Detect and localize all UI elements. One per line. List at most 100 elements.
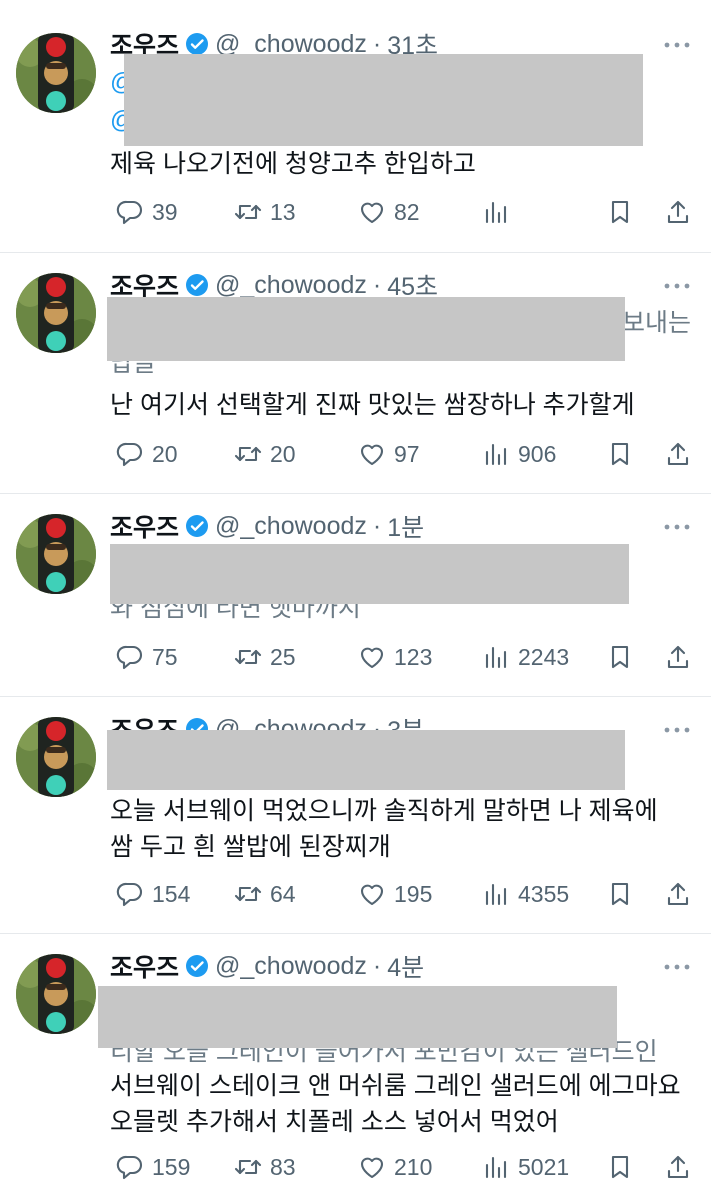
retweet-count: 13 <box>270 198 296 225</box>
retweet-count: 25 <box>270 643 296 670</box>
display-name[interactable]: 조우즈 <box>110 948 179 984</box>
like-button[interactable]: 82 <box>358 192 420 232</box>
handle[interactable]: @_chowoodz <box>215 271 367 300</box>
like-count: 123 <box>394 643 433 670</box>
heart-icon <box>360 1157 384 1179</box>
redaction-box <box>124 54 643 146</box>
tweet[interactable]: 조우즈 @_chowoodz · 31초 @ @ 제육 나오기전에 청양고추 한… <box>0 0 711 252</box>
share-button[interactable] <box>664 192 692 232</box>
avatar[interactable] <box>16 717 96 797</box>
bookmark-icon <box>611 200 629 224</box>
tweet-text-line: 쌈 두고 흰 쌀밥에 된장찌개 <box>110 833 391 861</box>
reply-count: 39 <box>152 198 178 225</box>
like-button[interactable]: 97 <box>358 434 420 474</box>
avatar[interactable] <box>16 514 96 594</box>
reply-button[interactable]: 39 <box>116 192 178 232</box>
reply-count: 20 <box>152 440 178 467</box>
retweet-icon <box>234 649 262 665</box>
separator-dot: · <box>372 951 382 980</box>
tweet-actions: 20 20 97 906 <box>110 434 700 474</box>
like-button[interactable]: 210 <box>358 1147 432 1187</box>
retweet-icon <box>234 446 262 462</box>
reply-button[interactable]: 20 <box>116 434 178 474</box>
share-button[interactable] <box>664 874 692 914</box>
retweet-icon <box>234 886 262 902</box>
reply-count: 154 <box>152 880 191 907</box>
handle[interactable]: @_chowoodz <box>215 512 367 541</box>
reply-icon <box>116 442 142 467</box>
reply-button[interactable]: 75 <box>116 637 178 677</box>
bookmark-icon <box>611 1155 629 1179</box>
bookmark-button[interactable] <box>606 192 634 232</box>
more-icon[interactable] <box>663 40 691 50</box>
display-name[interactable]: 조우즈 <box>110 508 179 544</box>
more-icon[interactable] <box>663 522 691 532</box>
tweet-text-line: 서브웨이 스테이크 앤 머쉬룸 그레인 샐러드에 에그마요 <box>110 1072 681 1100</box>
like-button[interactable]: 123 <box>358 637 432 677</box>
bookmark-button[interactable] <box>606 1147 634 1187</box>
reply-count: 75 <box>152 643 178 670</box>
avatar[interactable] <box>16 33 96 113</box>
tweet[interactable]: 조우즈 @_chowoodz · 3분 오늘 서브웨이 먹었으니까 솔직하게 말… <box>0 697 711 933</box>
reply-icon <box>116 1155 142 1180</box>
tweet-actions: 75 25 123 2243 <box>110 637 700 677</box>
more-icon[interactable] <box>663 281 691 291</box>
tweet[interactable]: 조우즈 @_chowoodz · 4분 티할 오늘 그레인이 들어가서 포만감이… <box>0 934 711 1200</box>
retweet-button[interactable]: 20 <box>234 434 296 474</box>
retweet-button[interactable]: 83 <box>234 1147 296 1187</box>
bookmark-button[interactable] <box>606 637 634 677</box>
share-icon <box>667 882 689 906</box>
bookmark-button[interactable] <box>606 434 634 474</box>
reply-button[interactable]: 154 <box>116 874 190 914</box>
share-button[interactable] <box>664 1147 692 1187</box>
verified-badge-icon <box>186 33 209 55</box>
tweet-text-line: 난 여기서 선택할게 진짜 맛있는 쌈장하나 추가할게 <box>110 391 635 419</box>
retweet-button[interactable]: 13 <box>234 192 296 232</box>
views-button[interactable]: 906 <box>482 434 556 474</box>
avatar[interactable] <box>16 273 96 353</box>
heart-icon <box>360 444 384 466</box>
timestamp[interactable]: 4분 <box>387 948 424 984</box>
tweet-text-line: 제육 나오기전에 청양고추 한입하고 <box>110 150 476 178</box>
reply-button[interactable]: 159 <box>116 1147 190 1187</box>
views-count: 5021 <box>518 1153 570 1180</box>
bookmark-icon <box>611 645 629 669</box>
redaction-box <box>107 297 625 361</box>
views-button[interactable]: 5021 <box>482 1147 569 1187</box>
more-icon[interactable] <box>663 962 691 972</box>
views-icon <box>485 1156 507 1179</box>
retweet-count: 20 <box>270 440 296 467</box>
share-icon <box>667 442 689 466</box>
views-icon <box>485 883 507 906</box>
tweet-text-fragment: 보내는 <box>622 309 692 337</box>
tweet[interactable]: 조우즈 @_chowoodz · 1분 와 점심에 라면 햇마까지 75 25 … <box>0 494 711 696</box>
share-button[interactable] <box>664 637 692 677</box>
tweet-text-line: 오믈렛 추가해서 치폴레 소스 넣어서 먹었어 <box>110 1108 559 1136</box>
like-count: 195 <box>394 880 433 907</box>
share-button[interactable] <box>664 434 692 474</box>
redaction-box <box>107 730 625 790</box>
more-icon[interactable] <box>663 725 691 735</box>
reply-count: 159 <box>152 1153 191 1180</box>
bookmark-button[interactable] <box>606 874 634 914</box>
views-button[interactable]: 2243 <box>482 637 569 677</box>
views-count: 2243 <box>518 643 570 670</box>
views-icon <box>485 443 507 466</box>
retweet-button[interactable]: 64 <box>234 874 296 914</box>
avatar[interactable] <box>16 954 96 1034</box>
retweet-button[interactable]: 25 <box>234 637 296 677</box>
timestamp[interactable]: 1분 <box>387 508 424 544</box>
tweet[interactable]: 조우즈 @_chowoodz · 45초 보내는 답글 난 여기서 선택할게 진… <box>0 253 711 493</box>
bookmark-icon <box>611 442 629 466</box>
views-icon <box>485 201 507 224</box>
views-icon <box>485 646 507 669</box>
retweet-count: 64 <box>270 880 296 907</box>
views-button[interactable]: 4355 <box>482 874 569 914</box>
views-button[interactable] <box>482 192 518 232</box>
reply-icon <box>116 645 142 670</box>
like-button[interactable]: 195 <box>358 874 432 914</box>
handle[interactable]: @_chowoodz <box>215 952 367 981</box>
tweet-actions: 159 83 210 5021 <box>110 1147 700 1187</box>
tweet-header: 조우즈 @_chowoodz · 1분 <box>110 508 424 544</box>
like-count: 210 <box>394 1153 433 1180</box>
